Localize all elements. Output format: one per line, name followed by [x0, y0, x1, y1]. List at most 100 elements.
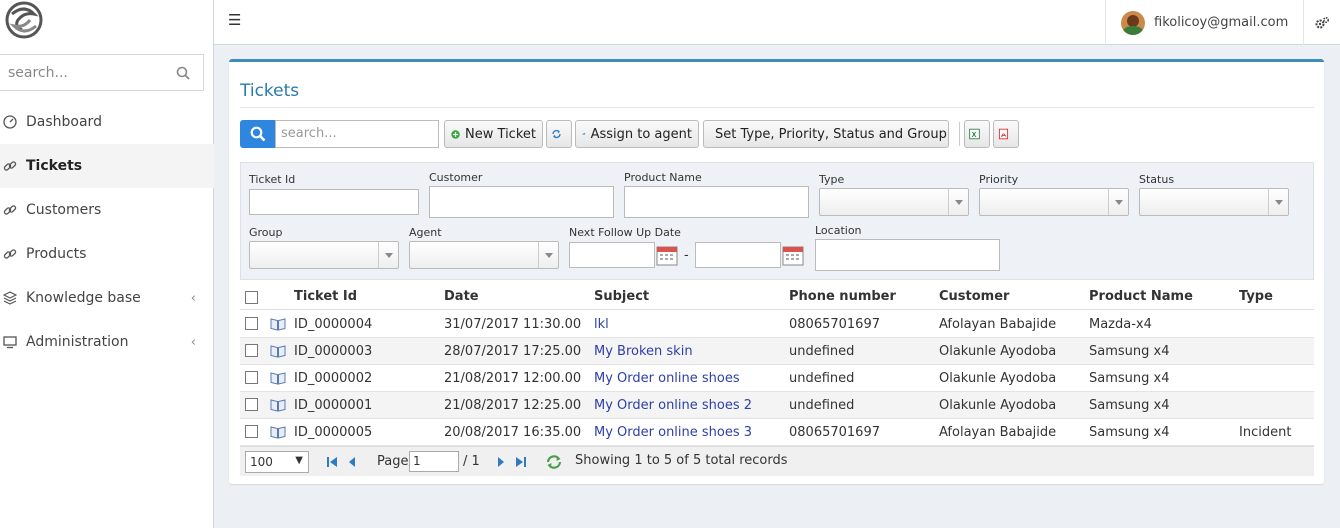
- cell-ticket-id: ID_0000004: [294, 317, 373, 332]
- last-page-icon[interactable]: [515, 456, 527, 468]
- select-all-checkbox[interactable]: [245, 291, 258, 304]
- next-page-icon[interactable]: [495, 456, 507, 468]
- filter-label-priority: Priority: [979, 173, 1019, 186]
- book-icon[interactable]: [270, 372, 286, 385]
- customer-filter-input[interactable]: [429, 186, 614, 218]
- chevron-down-icon: [538, 242, 558, 268]
- sidebar-search[interactable]: search...: [0, 54, 204, 91]
- refresh-icon[interactable]: [545, 453, 563, 471]
- row-checkbox[interactable]: [245, 317, 258, 330]
- search-button[interactable]: [240, 120, 276, 148]
- cell-date: 28/07/2017 17:25.00: [444, 344, 582, 359]
- status-filter-select[interactable]: [1139, 188, 1289, 216]
- sidebar-item-label: Knowledge base: [26, 290, 141, 306]
- type-filter-select[interactable]: [819, 188, 969, 216]
- filter-label-status: Status: [1139, 173, 1175, 186]
- cell-date: 21/08/2017 12:25.00: [444, 398, 582, 413]
- sidebar-item-customers[interactable]: Customers: [0, 188, 214, 232]
- records-summary: Showing 1 to 5 of 5 total records: [575, 453, 788, 468]
- assign-to-agent-button[interactable]: Assign to agent: [575, 120, 699, 148]
- column-header-date[interactable]: Date: [444, 289, 479, 304]
- dropdown-arrow-icon: ▼: [295, 455, 303, 466]
- ticket-id-filter-input[interactable]: [249, 189, 419, 215]
- sidebar-item-label: Customers: [26, 202, 102, 218]
- export-excel-button[interactable]: X: [964, 120, 990, 148]
- row-checkbox[interactable]: [245, 344, 258, 357]
- column-header-customer[interactable]: Customer: [939, 289, 1009, 304]
- book-icon[interactable]: [270, 345, 286, 358]
- cell-date: 21/08/2017 12:00.00: [444, 371, 582, 386]
- app-logo-icon[interactable]: [4, 0, 44, 40]
- product-name-filter-input[interactable]: [624, 186, 809, 218]
- toolbar-separator: [959, 122, 960, 146]
- follow-up-date-to-input[interactable]: [695, 242, 781, 268]
- row-checkbox[interactable]: [245, 371, 258, 384]
- cell-phone: undefined: [789, 344, 855, 359]
- row-checkbox[interactable]: [245, 425, 258, 438]
- new-ticket-button[interactable]: New Ticket: [444, 120, 543, 148]
- table-header: Ticket Id Date Subject Phone number Cust…: [240, 284, 1314, 310]
- sidebar-item-dashboard[interactable]: Dashboard: [0, 100, 214, 144]
- settings-button[interactable]: [1303, 0, 1340, 45]
- page-number-input[interactable]: 1: [409, 451, 459, 472]
- cell-ticket-id: ID_0000003: [294, 344, 373, 359]
- column-header-subject[interactable]: Subject: [594, 289, 649, 304]
- cell-customer: Olakunle Ayodoba: [939, 371, 1057, 386]
- chevron-down-icon: [948, 189, 968, 215]
- refresh-button[interactable]: [546, 120, 572, 148]
- book-icon[interactable]: [270, 426, 286, 439]
- sidebar-item-label: Administration: [26, 334, 129, 350]
- chevron-down-icon: [378, 242, 398, 268]
- cell-subject-link[interactable]: My Order online shoes 2: [594, 398, 752, 413]
- sidebar: search... Dashboard Tickets Customers Pr…: [0, 0, 214, 528]
- table-row[interactable]: ID_0000002 21/08/2017 12:00.00 My Order …: [240, 365, 1314, 392]
- filter-label-ticket-id: Ticket Id: [249, 173, 296, 186]
- sidebar-item-administration[interactable]: Administration ‹: [0, 320, 214, 364]
- pdf-icon: [998, 128, 1009, 140]
- column-header-phone-number[interactable]: Phone number: [789, 289, 896, 304]
- cell-subject-link[interactable]: My Order online shoes 3: [594, 425, 752, 440]
- filter-label-location: Location: [815, 224, 862, 237]
- priority-filter-select[interactable]: [979, 188, 1129, 216]
- column-header-type[interactable]: Type: [1239, 289, 1273, 304]
- table-row[interactable]: ID_0000003 28/07/2017 17:25.00 My Broken…: [240, 338, 1314, 365]
- book-icon[interactable]: [270, 318, 286, 331]
- cell-subject-link[interactable]: lkl: [594, 317, 609, 332]
- menu-toggle-icon[interactable]: ☰: [228, 11, 241, 29]
- chevron-left-icon: ‹: [190, 335, 196, 350]
- export-pdf-button[interactable]: [993, 120, 1019, 148]
- previous-page-icon[interactable]: [346, 456, 358, 468]
- group-filter-select[interactable]: [249, 241, 399, 269]
- cell-subject-link[interactable]: My Order online shoes: [594, 371, 740, 386]
- ticket-search-input[interactable]: search...: [275, 120, 439, 148]
- table-row[interactable]: ID_0000005 20/08/2017 16:35.00 My Order …: [240, 419, 1314, 446]
- sidebar-item-tickets[interactable]: Tickets: [0, 144, 214, 188]
- dashboard-icon: [3, 115, 17, 129]
- table-row[interactable]: ID_0000001 21/08/2017 12:25.00 My Order …: [240, 392, 1314, 419]
- first-page-icon[interactable]: [326, 456, 338, 468]
- cell-subject-link[interactable]: My Broken skin: [594, 344, 693, 359]
- search-icon[interactable]: [176, 66, 190, 80]
- page-title: Tickets: [240, 81, 300, 101]
- book-icon[interactable]: [270, 399, 286, 412]
- sidebar-item-knowledge-base[interactable]: Knowledge base ‹: [0, 276, 214, 320]
- top-navbar: ☰ fikolicoy@gmail.com: [214, 0, 1340, 45]
- calendar-icon[interactable]: [656, 244, 678, 266]
- excel-icon: X: [969, 128, 980, 140]
- page-size-value: 100: [250, 455, 273, 469]
- calendar-icon[interactable]: [782, 244, 804, 266]
- page-size-select[interactable]: 100 ▼: [245, 451, 309, 473]
- location-filter-input[interactable]: [815, 239, 1000, 271]
- svg-text:X: X: [972, 132, 977, 139]
- column-header-product-name[interactable]: Product Name: [1089, 289, 1193, 304]
- column-header-ticket-id[interactable]: Ticket Id: [294, 289, 357, 304]
- table-row[interactable]: ID_0000004 31/07/2017 11:30.00 lkl 08065…: [240, 311, 1314, 338]
- user-menu[interactable]: fikolicoy@gmail.com: [1105, 0, 1303, 45]
- set-type-priority-status-group-button[interactable]: Set Type, Priority, Status and Group: [703, 120, 949, 148]
- cell-product: Samsung x4: [1089, 371, 1170, 386]
- follow-up-date-from-input[interactable]: [569, 242, 655, 268]
- row-checkbox[interactable]: [245, 398, 258, 411]
- agent-filter-select[interactable]: [409, 241, 559, 269]
- sidebar-item-products[interactable]: Products: [0, 232, 214, 276]
- assign-to-agent-label: Assign to agent: [590, 126, 692, 142]
